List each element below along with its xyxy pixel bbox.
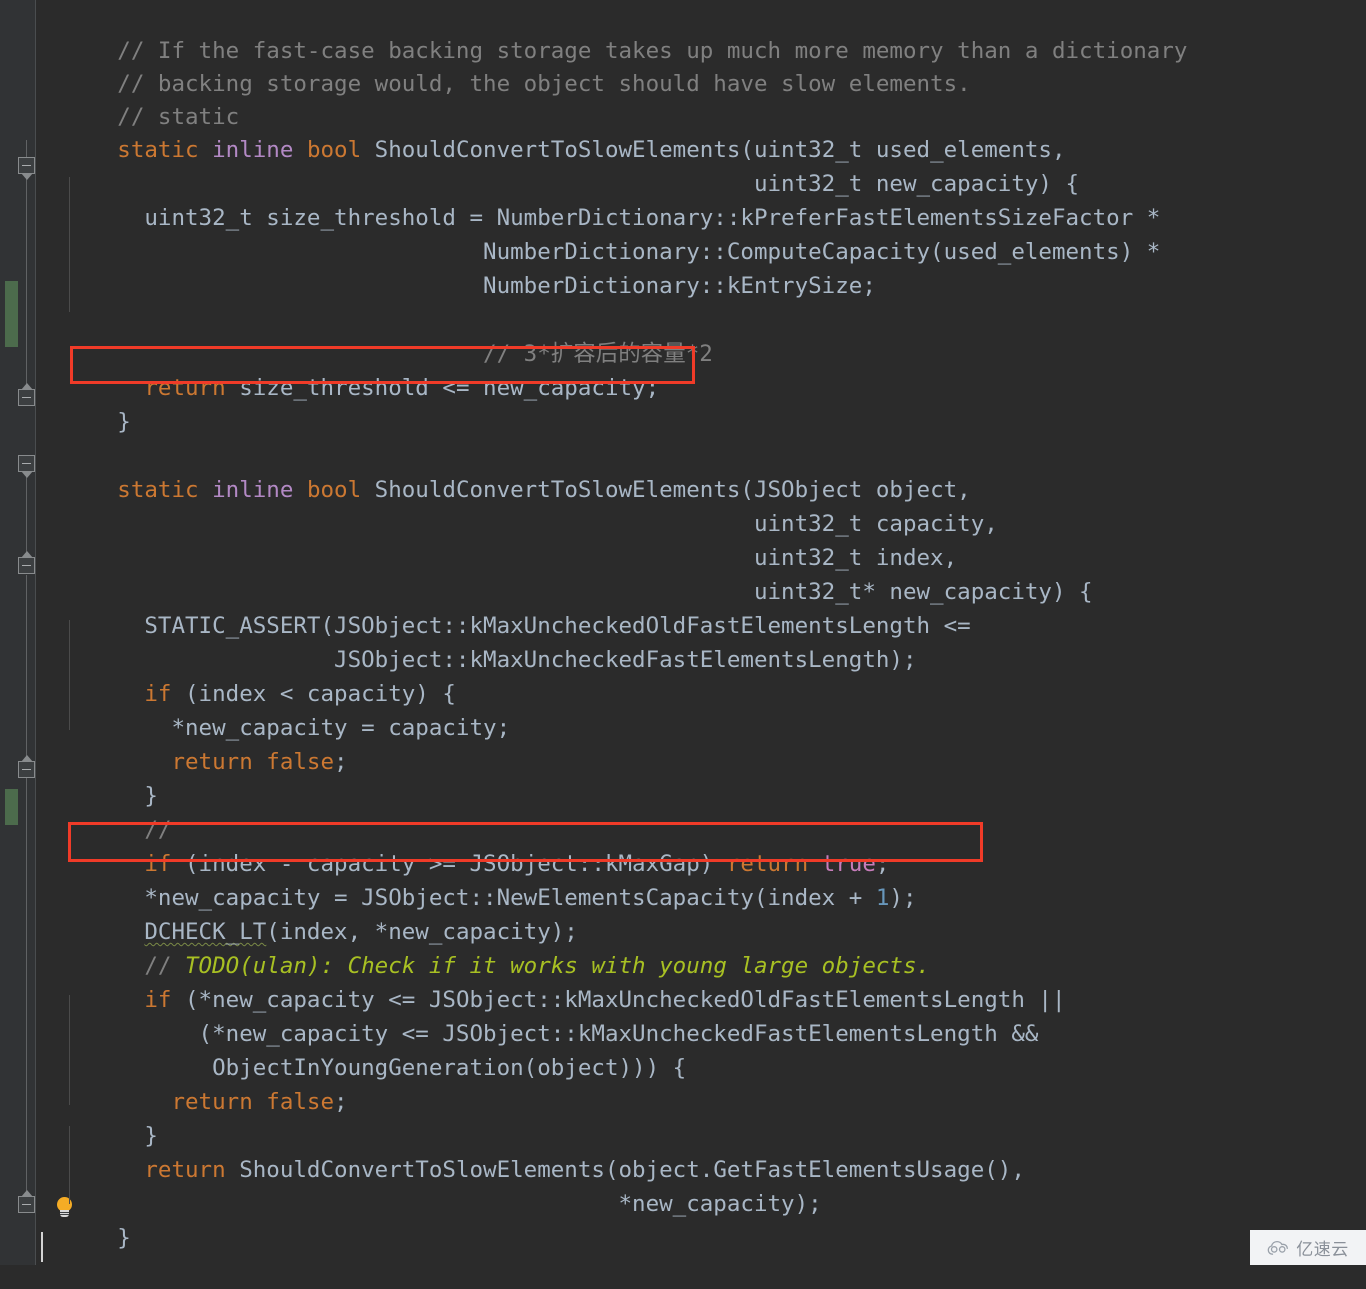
cloud-icon xyxy=(1267,1240,1289,1255)
code-line[interactable]: if (*new_capacity <= JSObject::kMaxUnche… xyxy=(36,949,1065,1013)
code-line[interactable]: uint32_t new_capacity) { xyxy=(36,133,1079,197)
code-token-keyword: return xyxy=(171,1089,253,1115)
code-line[interactable]: } xyxy=(36,1085,158,1149)
code-line[interactable]: uint32_t size_threshold = NumberDictiona… xyxy=(36,167,1160,231)
code-line[interactable]: // TODO(ulan): Check if it works with yo… xyxy=(36,915,930,979)
code-content[interactable]: // If the fast-case backing storage take… xyxy=(36,0,1366,1265)
code-token-text: size_threshold <= new_capacity; xyxy=(225,375,660,401)
watermark: 亿速云 xyxy=(1250,1230,1366,1265)
code-line[interactable]: *new_capacity); xyxy=(36,1153,821,1217)
code-line[interactable]: NumberDictionary::ComputeCapacity(used_e… xyxy=(36,201,1160,265)
fold-marker-collapse[interactable] xyxy=(18,455,35,478)
code-line[interactable]: return size_threshold <= new_capacity; xyxy=(36,337,659,401)
fold-rail-segment xyxy=(26,575,27,1205)
fold-marker-collapse[interactable] xyxy=(18,157,35,180)
fold-marker-collapse[interactable] xyxy=(18,551,35,574)
code-token-text: NumberDictionary::kEntrySize; xyxy=(117,273,876,299)
code-line[interactable]: return false; xyxy=(36,1051,347,1115)
vcs-change-marker[interactable] xyxy=(5,789,18,825)
code-token-keyword: return xyxy=(144,375,226,401)
code-line[interactable]: // static xyxy=(36,66,239,130)
code-line[interactable]: // 3*扩容后的容量*2 xyxy=(36,303,713,367)
code-line[interactable]: *new_capacity = capacity; xyxy=(36,677,510,741)
fold-marker-collapse[interactable] xyxy=(18,755,35,778)
code-line[interactable]: DCHECK_LT(index, *new_capacity); xyxy=(36,881,577,945)
watermark-text: 亿速云 xyxy=(1296,1240,1349,1260)
code-token-text: ; xyxy=(334,749,348,775)
editor-gutter[interactable] xyxy=(0,0,36,1265)
code-line[interactable]: *new_capacity = JSObject::NewElementsCap… xyxy=(36,847,916,911)
code-line[interactable]: STATIC_ASSERT(JSObject::kMaxUncheckedOld… xyxy=(36,575,970,639)
code-token-text: } xyxy=(117,1225,131,1251)
code-line[interactable]: NumberDictionary::kEntrySize; xyxy=(36,235,876,299)
code-token-number: 1 xyxy=(875,885,890,911)
code-line[interactable]: uint32_t capacity, xyxy=(36,473,998,537)
code-line[interactable]: uint32_t* new_capacity) { xyxy=(36,541,1093,605)
code-token-keyword: return xyxy=(171,749,253,775)
fold-marker-collapse[interactable] xyxy=(18,1190,35,1213)
code-token-text: } xyxy=(117,409,131,435)
vcs-change-marker[interactable] xyxy=(5,281,18,347)
code-token-keyword: false xyxy=(266,1089,335,1115)
code-line[interactable]: static inline bool ShouldConvertToSlowEl… xyxy=(36,99,1065,163)
code-line[interactable]: if (index < capacity) { xyxy=(36,643,456,707)
code-token-comment: // backing storage would, the object sho… xyxy=(117,71,971,97)
code-line[interactable]: // xyxy=(36,779,171,843)
code-line[interactable]: ObjectInYoungGeneration(object))) { xyxy=(36,1017,686,1081)
code-line[interactable]: // If the fast-case backing storage take… xyxy=(36,0,1187,64)
code-editor[interactable]: // If the fast-case backing storage take… xyxy=(0,0,1366,1265)
code-line[interactable]: static inline bool ShouldConvertToSlowEl… xyxy=(36,439,970,503)
code-token-text: *new_capacity); xyxy=(117,1191,822,1217)
code-line[interactable]: (*new_capacity <= JSObject::kMaxUnchecke… xyxy=(36,983,1039,1047)
code-token-keyword: false xyxy=(266,749,335,775)
code-line[interactable]: return ShouldConvertToSlowElements(objec… xyxy=(36,1119,1025,1183)
code-line[interactable]: // backing storage would, the object sho… xyxy=(36,33,970,97)
code-line[interactable]: if (index - capacity >= JSObject::kMaxGa… xyxy=(36,813,889,877)
code-line[interactable]: } xyxy=(36,371,131,435)
code-line[interactable]: } xyxy=(36,1187,131,1251)
code-line[interactable]: JSObject::kMaxUncheckedFastElementsLengt… xyxy=(36,609,917,673)
code-line[interactable]: uint32_t index, xyxy=(36,507,957,571)
code-line[interactable]: return false; xyxy=(36,711,347,775)
fold-marker-collapse[interactable] xyxy=(18,383,35,406)
code-line[interactable]: } xyxy=(36,745,158,809)
